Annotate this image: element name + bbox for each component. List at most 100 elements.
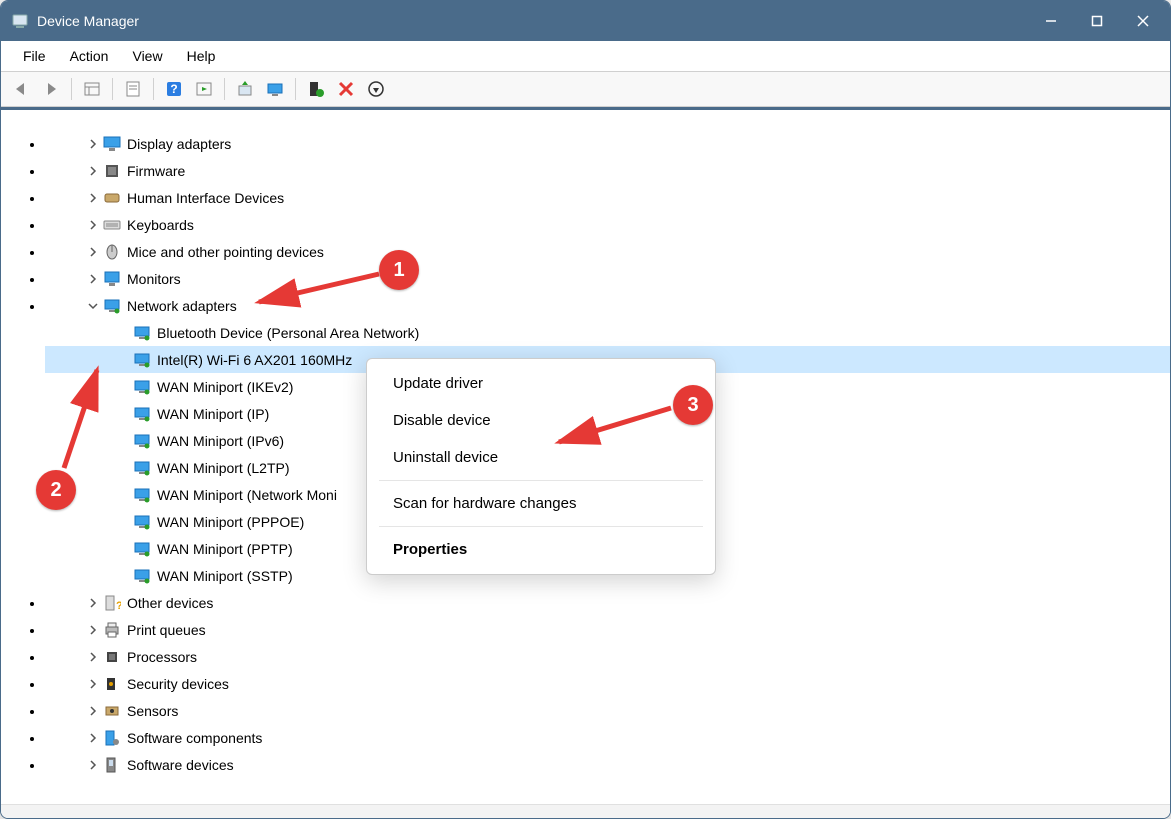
tree-category-label: Software components (127, 730, 262, 746)
tree-category[interactable]: Monitors (45, 265, 1170, 292)
app-icon (11, 12, 29, 30)
tree-category[interactable]: Network adapters (45, 292, 1170, 319)
forward-button[interactable] (37, 75, 65, 103)
chevron-right-icon[interactable] (85, 595, 101, 611)
chevron-right-icon[interactable] (85, 649, 101, 665)
tree-device[interactable]: Bluetooth Device (Personal Area Network) (45, 319, 1170, 346)
enable-device-button[interactable] (302, 75, 330, 103)
mouse-icon (103, 243, 121, 261)
chip-icon (103, 162, 121, 180)
tree-category-label: Software devices (127, 757, 234, 773)
close-button[interactable] (1120, 1, 1166, 41)
show-hide-tree-button[interactable] (78, 75, 106, 103)
tree-category[interactable]: Sensors (45, 697, 1170, 724)
chevron-right-icon[interactable] (85, 271, 101, 287)
tree-category-label: Firmware (127, 163, 185, 179)
ctx-separator (379, 480, 703, 481)
maximize-button[interactable] (1074, 1, 1120, 41)
network-adapter-icon (133, 459, 151, 477)
svg-text:?: ? (116, 600, 121, 612)
keyboard-icon (103, 216, 121, 234)
tree-category-label: Monitors (127, 271, 181, 287)
tree-category[interactable]: Software components (45, 724, 1170, 751)
tree-category[interactable]: Processors (45, 643, 1170, 670)
tree-category-label: Human Interface Devices (127, 190, 284, 206)
cpu-icon (103, 648, 121, 666)
chevron-right-icon[interactable] (85, 244, 101, 260)
network-adapter-icon (133, 540, 151, 558)
window-buttons (1028, 1, 1166, 41)
tree-category[interactable]: Print queues (45, 616, 1170, 643)
tree-category-label: Mice and other pointing devices (127, 244, 324, 260)
menu-view[interactable]: View (120, 44, 174, 68)
scan-hardware-button[interactable] (261, 75, 289, 103)
chevron-down-icon[interactable] (85, 298, 101, 314)
security-icon (103, 675, 121, 693)
network-adapter-icon (133, 567, 151, 585)
tree-category-label: Sensors (127, 703, 178, 719)
chevron-right-icon[interactable] (85, 703, 101, 719)
tree-category[interactable]: Display adapters (45, 130, 1170, 157)
network-adapter-icon (133, 324, 151, 342)
content-area: Display adapters Firmware Human Interface … (1, 107, 1170, 804)
tree-category[interactable]: Keyboards (45, 211, 1170, 238)
chevron-right-icon[interactable] (85, 190, 101, 206)
context-menu: Update driver Disable device Uninstall d… (366, 358, 716, 575)
chevron-right-icon[interactable] (85, 757, 101, 773)
tree-device-label: WAN Miniport (SSTP) (157, 568, 293, 584)
network-adapter-icon (133, 351, 151, 369)
chevron-right-icon[interactable] (85, 622, 101, 638)
scan-changes-button[interactable] (362, 75, 390, 103)
menu-file[interactable]: File (11, 44, 58, 68)
tree-category[interactable]: ?Other devices (45, 589, 1170, 616)
toolbar: ? (1, 71, 1170, 107)
softdev-icon (103, 756, 121, 774)
network-adapter-icon (133, 486, 151, 504)
tree-category-label: Processors (127, 649, 197, 665)
chevron-right-icon[interactable] (85, 163, 101, 179)
tree-category-label: Display adapters (127, 136, 231, 152)
minimize-button[interactable] (1028, 1, 1074, 41)
tree-category[interactable]: Firmware (45, 157, 1170, 184)
chevron-right-icon[interactable] (85, 217, 101, 233)
titlebar: Device Manager (1, 1, 1170, 41)
tree-device-label: WAN Miniport (IKEv2) (157, 379, 293, 395)
chevron-right-icon[interactable] (85, 730, 101, 746)
tree-device-label: WAN Miniport (Network Moni (157, 487, 337, 503)
tree-category[interactable]: Human Interface Devices (45, 184, 1170, 211)
tree-category[interactable]: Mice and other pointing devices (45, 238, 1170, 265)
software-icon (103, 729, 121, 747)
network-adapter-icon (133, 378, 151, 396)
chevron-right-icon[interactable] (85, 136, 101, 152)
tree-device-label: WAN Miniport (IPv6) (157, 433, 284, 449)
back-button[interactable] (7, 75, 35, 103)
uninstall-device-button[interactable] (332, 75, 360, 103)
properties-button[interactable] (119, 75, 147, 103)
tree-device-label: WAN Miniport (L2TP) (157, 460, 290, 476)
printer-icon (103, 621, 121, 639)
chevron-right-icon[interactable] (85, 676, 101, 692)
tree-category-label: Print queues (127, 622, 206, 638)
update-driver-button[interactable] (231, 75, 259, 103)
action-pane-button[interactable] (190, 75, 218, 103)
ctx-disable-device[interactable]: Disable device (367, 402, 715, 439)
ctx-update-driver[interactable]: Update driver (367, 365, 715, 402)
other-icon: ? (103, 594, 121, 612)
ctx-scan-hardware[interactable]: Scan for hardware changes (367, 485, 715, 522)
menu-action[interactable]: Action (58, 44, 121, 68)
network-adapter-icon (133, 513, 151, 531)
tree-category[interactable]: Software devices (45, 751, 1170, 778)
tree-device-label: WAN Miniport (IP) (157, 406, 269, 422)
tree-device-label: Bluetooth Device (Personal Area Network) (157, 325, 419, 341)
device-manager-window: Device Manager File Action View Help ? (0, 0, 1171, 819)
help-button[interactable]: ? (160, 75, 188, 103)
ctx-properties[interactable]: Properties (367, 531, 715, 568)
network-icon (103, 297, 121, 315)
menubar: File Action View Help (1, 41, 1170, 71)
ctx-separator (379, 526, 703, 527)
network-adapter-icon (133, 432, 151, 450)
tree-category-label: Keyboards (127, 217, 194, 233)
menu-help[interactable]: Help (175, 44, 228, 68)
ctx-uninstall-device[interactable]: Uninstall device (367, 439, 715, 476)
tree-category[interactable]: Security devices (45, 670, 1170, 697)
